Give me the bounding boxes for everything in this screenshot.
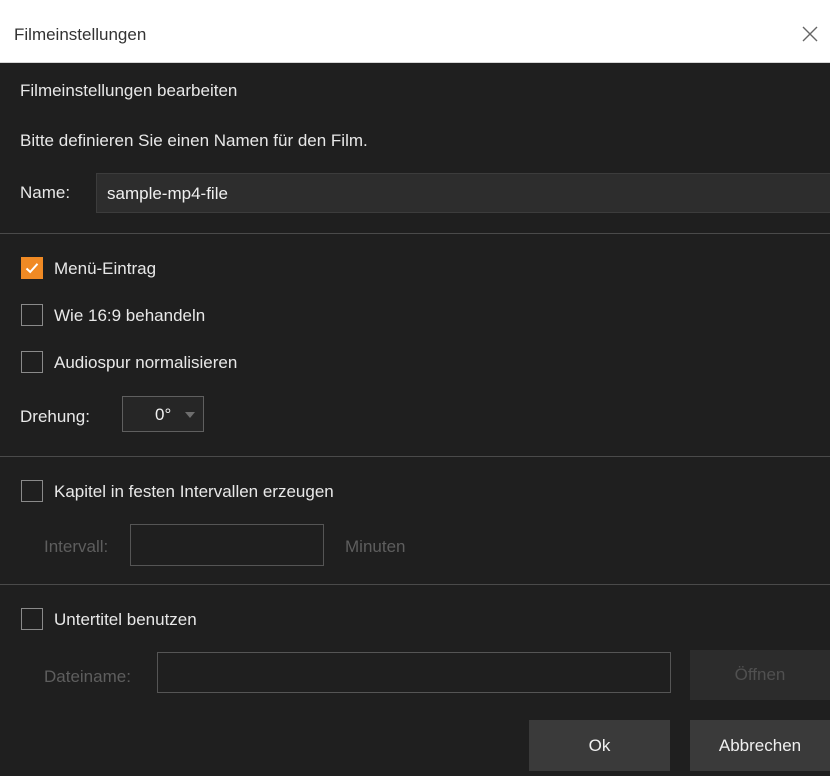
checkmark-icon (25, 263, 39, 274)
divider (0, 584, 830, 585)
name-label: Name: (20, 183, 71, 202)
title-bar: Filmeinstellungen (0, 0, 830, 63)
rotation-value: 0° (155, 405, 172, 424)
rotation-select[interactable]: 0° (122, 396, 204, 432)
dropdown-arrow-icon (185, 412, 195, 418)
chapters-checkbox[interactable] (21, 480, 43, 502)
rotation-label: Drehung: (20, 407, 90, 426)
menu-entry-label: Menü-Eintrag (54, 259, 157, 278)
close-button[interactable] (790, 12, 830, 56)
chapters-label: Kapitel in festen Intervallen erzeugen (54, 482, 334, 501)
interval-input[interactable] (130, 524, 324, 566)
subtitles-checkbox[interactable] (21, 608, 43, 630)
filename-input[interactable] (157, 652, 671, 693)
open-button[interactable]: Öffnen (690, 650, 830, 700)
dialog-content: Filmeinstellungen bearbeiten Bitte defin… (0, 63, 830, 776)
interval-unit: Minuten (345, 537, 406, 556)
filename-label: Dateiname: (44, 667, 131, 686)
settings-dialog: Filmeinstellungen Filmeinstellungen bear… (0, 0, 830, 776)
treat-16-9-checkbox[interactable] (21, 304, 43, 326)
divider (0, 233, 830, 234)
window-title: Filmeinstellungen (14, 25, 147, 44)
interval-label: Intervall: (44, 537, 109, 556)
subtitles-label: Untertitel benutzen (54, 610, 197, 629)
name-input[interactable]: sample-mp4-file (96, 173, 830, 213)
treat-16-9-label: Wie 16:9 behandeln (54, 306, 206, 325)
normalize-audio-label: Audiospur normalisieren (54, 353, 238, 372)
normalize-audio-checkbox[interactable] (21, 351, 43, 373)
menu-entry-checkbox[interactable] (21, 257, 43, 279)
name-input-value: sample-mp4-file (107, 184, 228, 203)
close-icon (802, 26, 818, 42)
cancel-button[interactable]: Abbrechen (690, 720, 830, 771)
section-heading: Filmeinstellungen bearbeiten (20, 81, 238, 100)
divider (0, 456, 830, 457)
ok-button[interactable]: Ok (529, 720, 670, 771)
instruction-text: Bitte definieren Sie einen Namen für den… (20, 131, 368, 150)
